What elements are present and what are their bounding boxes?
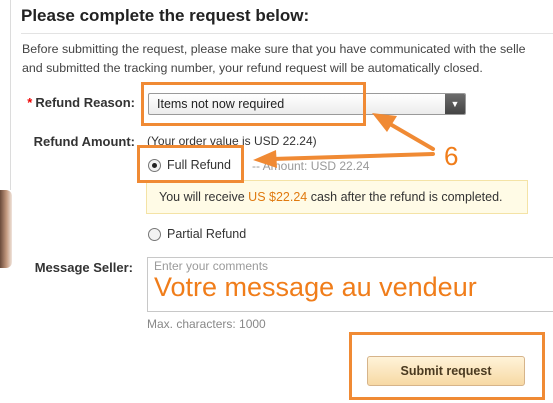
annotation-arrows (253, 113, 435, 168)
arrow-to-reason (372, 113, 435, 151)
arrow-to-full-refund (253, 150, 435, 168)
